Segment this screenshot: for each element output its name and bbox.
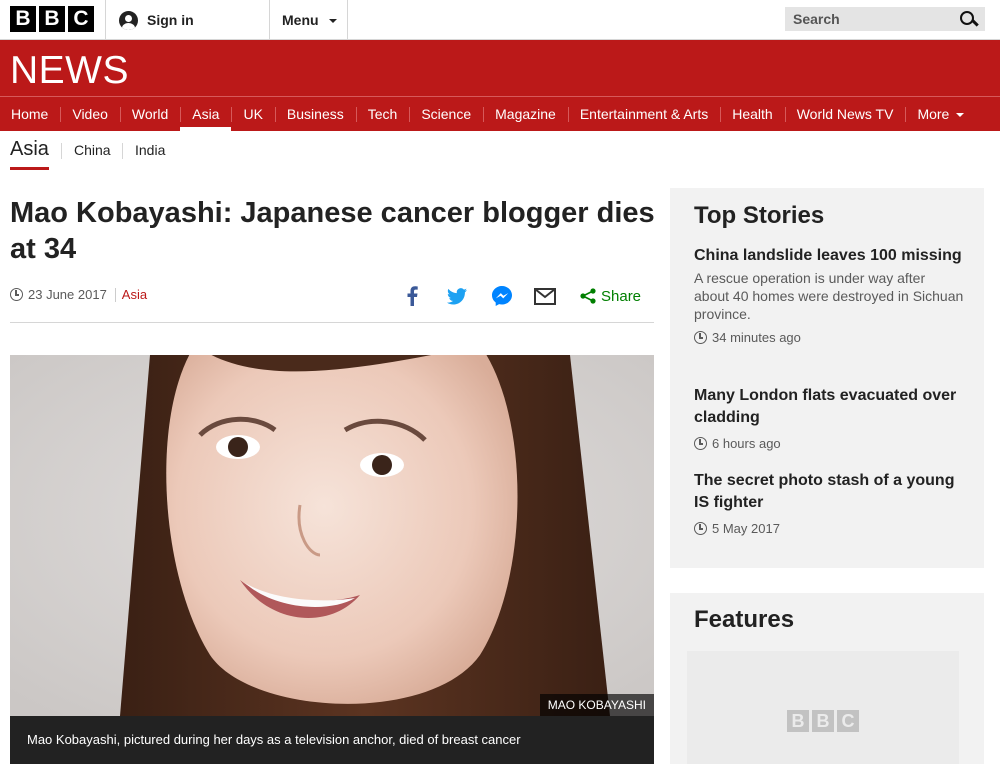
logo-letter: B: [39, 6, 65, 32]
messenger-share-button[interactable]: [492, 283, 512, 309]
clock-icon: [10, 288, 23, 301]
top-stories-heading: Top Stories: [694, 202, 825, 229]
email-share-button[interactable]: [534, 283, 556, 309]
image-credit: MAO KOBAYASHI: [539, 694, 654, 716]
divider: [61, 143, 62, 159]
story-time-text: 5 May 2017: [712, 521, 780, 536]
clock-icon: [694, 437, 707, 450]
portrait-illustration: [10, 355, 654, 716]
story-title-link[interactable]: China landslide leaves 100 missing: [694, 245, 964, 267]
nav-item-magazine[interactable]: Magazine: [483, 97, 568, 131]
logo-letter: C: [68, 6, 94, 32]
logo-letter: B: [10, 6, 36, 32]
story-summary: A rescue operation is under way after ab…: [694, 270, 964, 322]
story-item: Many London flats evacuated over claddin…: [694, 385, 964, 451]
top-stories-panel: Top Stories China landslide leaves 100 m…: [670, 188, 984, 568]
bbc-placeholder-logo: B B C: [787, 710, 859, 732]
sign-in-label: Sign in: [147, 12, 194, 28]
nav-item-business[interactable]: Business: [274, 97, 356, 131]
nav-item-tech[interactable]: Tech: [355, 97, 410, 131]
news-banner: NEWS: [0, 40, 1000, 96]
story-timestamp: 34 minutes ago: [694, 330, 964, 345]
twitter-share-button[interactable]: [447, 283, 467, 309]
email-icon: [534, 287, 556, 305]
search-input[interactable]: Search: [785, 7, 985, 31]
menu-button[interactable]: Menu: [270, 0, 348, 40]
top-bar: B B C Sign in Menu Search: [0, 0, 1000, 40]
story-title-link[interactable]: Many London flats evacuated over claddin…: [694, 385, 964, 429]
features-panel: Features B B C: [670, 593, 984, 764]
share-button[interactable]: Share: [580, 283, 641, 309]
nav-item-uk[interactable]: UK: [231, 97, 274, 131]
nav-item-more[interactable]: More: [905, 97, 976, 131]
logo-letter: C: [837, 710, 859, 732]
bbc-logo[interactable]: B B C: [10, 6, 94, 32]
story-timestamp: 6 hours ago: [694, 436, 964, 451]
facebook-icon: [407, 286, 418, 306]
feature-thumbnail[interactable]: [687, 651, 959, 764]
nav-item-video[interactable]: Video: [60, 97, 120, 131]
nav-item-health[interactable]: Health: [720, 97, 784, 131]
secondary-nav: Asia China India: [0, 131, 1000, 171]
share-icon: [580, 288, 596, 304]
article-section-link[interactable]: Asia: [122, 287, 147, 302]
article-headline: Mao Kobayashi: Japanese cancer blogger d…: [10, 197, 655, 265]
clock-icon: [694, 522, 707, 535]
chevron-down-icon: [328, 19, 337, 23]
story-time-text: 6 hours ago: [712, 436, 781, 451]
nav-item-world[interactable]: World: [119, 97, 180, 131]
article-date: 23 June 2017: [28, 287, 107, 302]
divider: [10, 322, 654, 323]
nav-item-entertainment-arts[interactable]: Entertainment & Arts: [567, 97, 720, 131]
search-placeholder: Search: [793, 11, 840, 27]
logo-letter: B: [787, 710, 809, 732]
nav-item-world-news-tv[interactable]: World News TV: [784, 97, 906, 131]
search-icon[interactable]: [960, 10, 977, 28]
divider: [122, 143, 123, 159]
image-caption: Mao Kobayashi, pictured during her days …: [10, 716, 654, 764]
messenger-icon: [492, 286, 512, 306]
story-item: China landslide leaves 100 missing A res…: [694, 245, 964, 345]
story-title-link[interactable]: The secret photo stash of a young IS fig…: [694, 470, 964, 514]
news-logo[interactable]: NEWS: [10, 49, 129, 93]
sign-in-button[interactable]: Sign in: [105, 0, 270, 40]
nav-item-science[interactable]: Science: [409, 97, 483, 131]
share-label: Share: [601, 287, 642, 305]
story-item: The secret photo stash of a young IS fig…: [694, 470, 964, 536]
article-image: MAO KOBAYASHI: [10, 355, 654, 716]
article-meta: 23 June 2017 Asia: [10, 287, 147, 302]
subnav-item-china[interactable]: China: [74, 142, 111, 158]
subnav-item-india[interactable]: India: [135, 142, 165, 158]
nav-item-home[interactable]: Home: [0, 97, 60, 131]
nav-item-asia[interactable]: Asia: [180, 97, 232, 131]
story-timestamp: 5 May 2017: [694, 521, 964, 536]
twitter-icon: [447, 287, 467, 304]
nav-more-label: More: [917, 106, 950, 122]
section-title[interactable]: Asia: [10, 138, 49, 170]
features-heading: Features: [694, 606, 795, 633]
share-tools: Share: [400, 283, 650, 309]
story-time-text: 34 minutes ago: [712, 330, 801, 345]
chevron-down-icon: [956, 113, 965, 117]
menu-label: Menu: [282, 12, 319, 28]
clock-icon: [694, 331, 707, 344]
facebook-share-button[interactable]: [405, 283, 419, 309]
divider: [114, 287, 116, 302]
user-avatar-icon: [119, 10, 138, 30]
logo-letter: B: [812, 710, 834, 732]
primary-nav: Home Video World Asia UK Business Tech S…: [0, 96, 1000, 131]
